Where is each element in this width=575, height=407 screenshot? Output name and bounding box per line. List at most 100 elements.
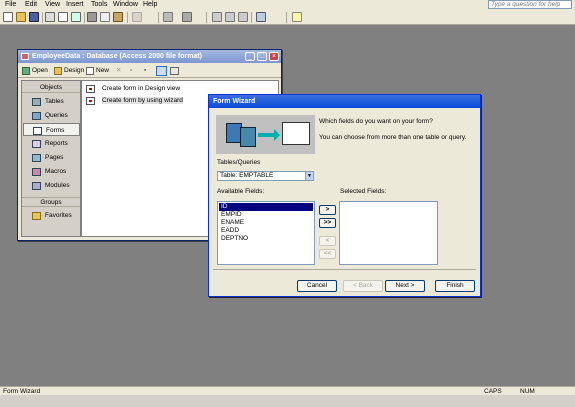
chevron-down-icon[interactable]: ▼ [305,172,313,180]
wizard-title: Form Wizard [209,95,480,108]
menu-edit[interactable]: Edit [25,0,37,10]
table-illustration-icon [240,127,256,147]
object-reports[interactable]: Reports [23,137,80,150]
wizard-illustration [216,115,315,154]
undo-icon[interactable] [132,12,142,22]
objects-header: Objects [22,83,80,93]
save-icon[interactable] [29,12,39,22]
copy-icon[interactable] [100,12,110,22]
menu-window[interactable]: Window [113,0,138,10]
object-modules-label: Modules [45,182,70,189]
selected-fields-list[interactable] [339,201,438,265]
form-design-icon [86,85,95,93]
arrow-head-icon [274,129,280,141]
tables-queries-select[interactable]: Table: EMPTABLE ▼ [217,171,314,181]
finish-button[interactable]: Finish [435,280,475,292]
list-item[interactable]: Create form by using wizard [85,96,183,106]
new-object-icon[interactable] [256,12,266,22]
group-favorites-label: Favorites [45,212,72,219]
small-icons-icon[interactable]: ▪ [144,66,146,76]
tables-queries-value: Table: EMPTABLE [220,172,274,179]
menu-help[interactable]: Help [143,0,157,10]
print-preview-icon[interactable] [58,12,68,22]
open-object-icon [22,67,30,75]
wizard-hint: You can choose from more than one table … [319,134,467,141]
modules-icon [32,182,41,190]
wizard-prompt: Which fields do you want on your form? [319,118,433,125]
toolbar-separator [42,12,43,23]
cancel-button[interactable]: Cancel [297,280,337,292]
relationships-icon[interactable] [225,12,235,22]
object-pages[interactable]: Pages [23,151,80,164]
available-field-item[interactable]: EADD [219,227,313,235]
queries-icon [32,112,41,120]
back-button[interactable]: < Back [343,280,383,292]
form-illustration-icon [282,122,310,145]
tables-icon [32,98,41,106]
cut-icon[interactable] [87,12,97,22]
object-queries[interactable]: Queries [23,109,80,122]
available-fields-list[interactable]: ID EMPID ENAME EADD DEPTNO [217,201,315,265]
object-forms-label: Forms [46,127,65,134]
tables-queries-label: Tables/Queries [217,159,261,166]
minimize-button[interactable]: _ [245,52,255,61]
add-field-button[interactable]: > [319,205,336,215]
object-tables[interactable]: Tables [23,95,80,108]
print-icon[interactable] [45,12,55,22]
object-pages-label: Pages [45,154,64,161]
object-forms[interactable]: Forms [23,123,80,136]
list-view-icon[interactable] [156,66,167,76]
office-links-icon[interactable] [163,12,173,22]
reports-icon [32,140,41,148]
toolbar-separator [286,12,287,23]
open-object-button[interactable]: Open [32,66,48,76]
next-button[interactable]: Next > [385,280,425,292]
large-icons-icon[interactable]: ▫ [130,66,132,76]
code-icon[interactable] [238,12,248,22]
list-item[interactable]: Create form in Design view [85,84,180,94]
new-object-button-icon [86,67,94,75]
menu-file[interactable]: File [5,0,16,10]
toolbar-separator [84,12,85,23]
available-field-item[interactable]: ENAME [219,219,313,227]
available-field-item[interactable]: DEPTNO [219,235,313,243]
delete-icon[interactable]: ✕ [116,66,121,76]
menu-tools[interactable]: Tools [91,0,107,10]
help-search-input[interactable]: Type a question for help [488,0,572,9]
remove-all-fields-button[interactable]: << [319,249,336,259]
wizard-divider [213,269,476,270]
forms-icon [33,127,42,135]
object-macros[interactable]: Macros [23,165,80,178]
add-all-fields-button[interactable]: >> [319,218,336,228]
status-bar: Form Wizard CAPS NUM [0,386,575,395]
object-macros-label: Macros [45,168,67,175]
remove-field-button[interactable]: < [319,236,336,246]
new-icon[interactable] [3,12,13,22]
design-button[interactable]: Design [64,66,84,76]
available-field-item[interactable]: ID [219,203,313,211]
database-icon [21,53,29,60]
toolbar-separator [251,12,252,23]
analyze-icon[interactable] [182,12,192,22]
selected-fields-label: Selected Fields: [340,188,387,195]
groups-header: Groups [22,197,80,207]
taskbar-strip [0,395,575,407]
object-reports-label: Reports [45,140,68,147]
object-modules[interactable]: Modules [23,179,80,192]
available-field-item[interactable]: EMPID [219,211,313,219]
database-toolbar: Open Design New ✕ ▫ ▪ [18,64,281,78]
form-wizard-dialog: Form Wizard Which fields do you want on … [208,94,481,297]
properties-icon[interactable] [212,12,222,22]
new-object-button[interactable]: New [96,66,109,76]
menu-insert[interactable]: Insert [66,0,84,10]
open-icon[interactable] [16,12,26,22]
toolbar-separator [206,12,207,23]
group-favorites[interactable]: Favorites [23,209,80,222]
spelling-icon[interactable] [71,12,81,22]
menu-view[interactable]: View [45,0,60,10]
details-view-icon[interactable] [170,67,179,75]
paste-icon[interactable] [113,12,123,22]
maximize-button[interactable]: □ [257,52,267,61]
help-icon[interactable] [292,12,302,22]
close-button[interactable]: × [269,52,279,61]
